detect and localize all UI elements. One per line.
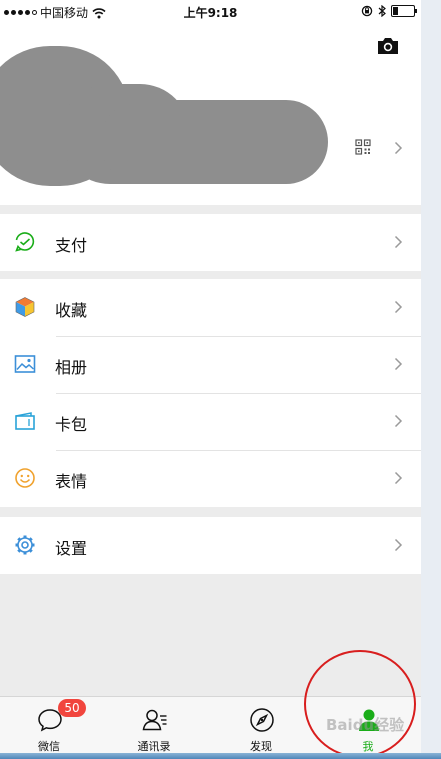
bluetooth-icon (378, 5, 386, 17)
menu-item-cards[interactable]: 卡包 (0, 393, 421, 450)
tab-label: 发现 (250, 740, 272, 753)
tab-discover[interactable]: 发现 (226, 697, 296, 754)
menu-item-pay[interactable]: 支付 (0, 214, 421, 271)
cube-icon (15, 297, 35, 317)
battery-fill (393, 7, 398, 15)
tab-label: 通讯录 (137, 740, 171, 753)
taskbar-edge (0, 753, 441, 759)
menu-item-label: 相册 (55, 358, 88, 377)
chevron-right-icon (394, 471, 403, 485)
collection-section: 收藏 相册 卡包 表情 (0, 279, 421, 507)
tab-label: 微信 (38, 740, 60, 753)
wechat-me-screen: 中国移动 上午9:18 支付 收藏 相册 卡包 表情 设置 微信 通讯录 发现 … (0, 0, 421, 759)
compass-icon (250, 708, 274, 732)
status-right (361, 5, 417, 17)
battery-icon (391, 5, 417, 17)
annotation-circle (304, 650, 416, 758)
qr-code-icon[interactable] (355, 139, 371, 155)
menu-item-stickers[interactable]: 表情 (0, 450, 421, 507)
status-bar: 中国移动 上午9:18 (0, 0, 421, 24)
menu-item-album[interactable]: 相册 (0, 336, 421, 393)
status-time: 上午9:18 (183, 6, 238, 20)
settings-section: 设置 (0, 517, 421, 574)
image-icon (14, 355, 36, 373)
camera-icon[interactable] (376, 37, 400, 55)
menu-item-settings[interactable]: 设置 (0, 517, 421, 574)
pay-section: 支付 (0, 214, 421, 271)
unread-count-badge: 50 (58, 699, 86, 717)
tab-contacts[interactable]: 通讯录 (119, 697, 189, 754)
menu-item-label: 设置 (55, 539, 88, 558)
gear-icon (15, 535, 35, 555)
menu-item-label: 收藏 (55, 301, 88, 320)
menu-item-label: 支付 (55, 236, 88, 255)
chevron-right-icon (394, 300, 403, 314)
window-edge (421, 0, 441, 759)
chevron-right-icon (394, 141, 403, 155)
card-icon (15, 412, 35, 430)
redacted-id-area (100, 100, 328, 184)
chevron-right-icon (394, 357, 403, 371)
chevron-right-icon (394, 235, 403, 249)
menu-item-label: 卡包 (55, 415, 88, 434)
profile-header[interactable] (0, 24, 421, 205)
chevron-right-icon (394, 538, 403, 552)
rotation-lock-icon (361, 5, 373, 17)
wallet-icon (15, 232, 35, 252)
smiley-icon (15, 468, 35, 488)
menu-item-label: 表情 (55, 472, 88, 491)
contacts-icon (142, 709, 167, 731)
menu-item-favorites[interactable]: 收藏 (0, 279, 421, 336)
chevron-right-icon (394, 414, 403, 428)
